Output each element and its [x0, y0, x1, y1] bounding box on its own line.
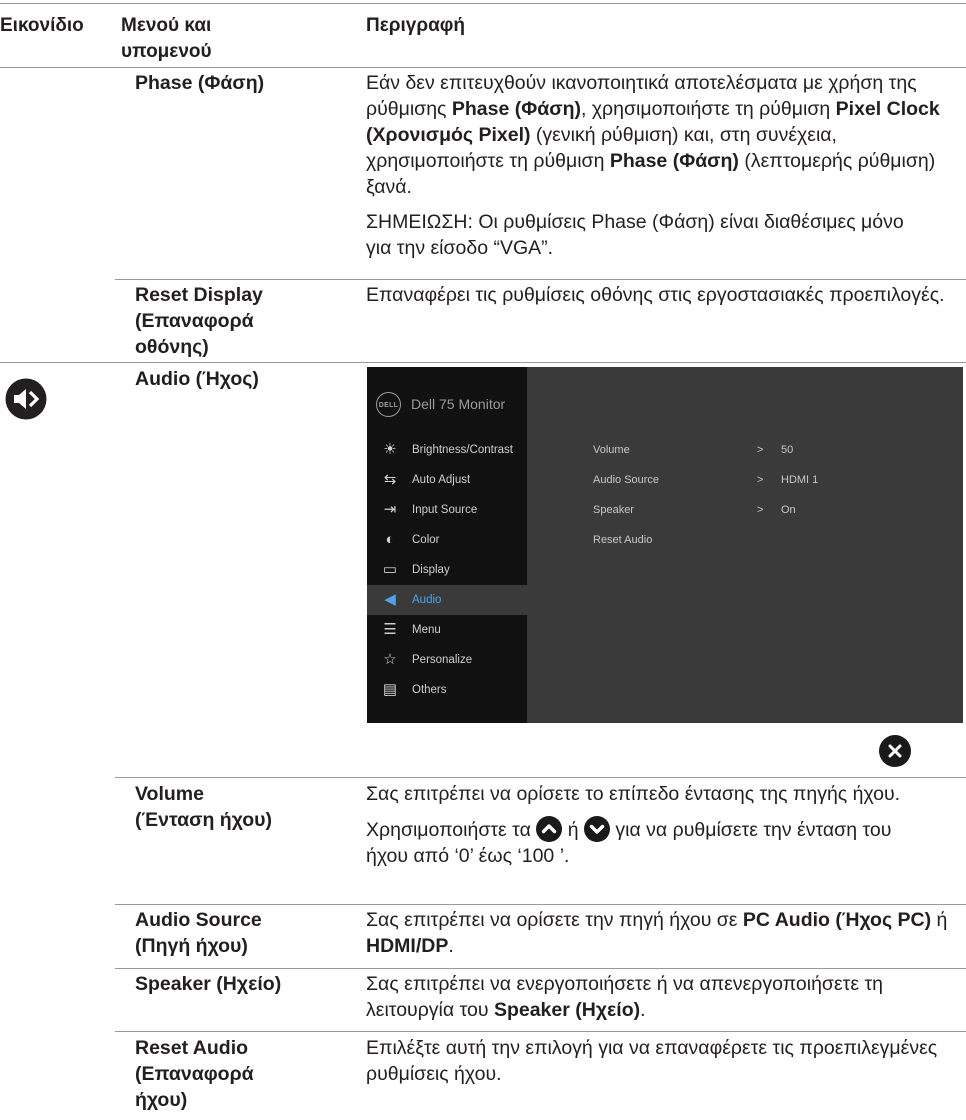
speaker-description: Σας επιτρέπει να ενεργοποιήσετε ή να απε… — [366, 973, 884, 1021]
row-rule — [115, 777, 966, 778]
others-icon: ▤ — [382, 681, 398, 698]
osd-setting-label: Audio Source — [593, 474, 660, 486]
osd-setting-row[interactable]: Volume >50 — [593, 442, 893, 458]
osd-setting-label: Speaker — [593, 504, 634, 516]
header-bottom-rule — [0, 67, 966, 68]
osd-screenshot: DELL Dell 75 Monitor ☀ Brightness/Contras… — [367, 367, 963, 723]
osd-menu-item-menu[interactable]: ☰ Menu — [367, 615, 527, 645]
osd-menu-item-color[interactable]: ◐ Color — [367, 525, 527, 555]
osd-sidebar: DELL Dell 75 Monitor ☀ Brightness/Contras… — [367, 367, 527, 723]
osd-menu-item-others[interactable]: ▤ Others — [367, 675, 527, 705]
close-icon[interactable] — [879, 735, 911, 767]
audio-source-description: Σας επιτρέπει να ορίσετε την πηγή ήχου σ… — [366, 909, 948, 957]
osd-setting-label: Volume — [593, 444, 630, 456]
audio-speaker-icon — [5, 378, 47, 420]
osd-menu-label: Others — [412, 684, 447, 696]
osd-setting-row[interactable]: Audio Source > HDMI 1 — [593, 472, 893, 488]
osd-setting-label: Reset Audio — [593, 534, 653, 546]
chevron-right-icon: > — [757, 504, 764, 516]
header-description: Περιγραφή — [366, 15, 465, 36]
osd-setting-row[interactable]: Reset Audio — [593, 532, 893, 548]
chevron-right-icon: > — [757, 474, 764, 486]
audio-icon: ◀ — [384, 591, 396, 608]
star-icon: ☆ — [383, 651, 397, 668]
osd-setting-value: HDMI 1 — [781, 474, 819, 486]
brightness-icon: ☀ — [383, 441, 397, 458]
osd-menu-item-personalize[interactable]: ☆ Personalize — [367, 645, 527, 675]
osd-menu-item-auto-adjust[interactable]: ⇆ Auto Adjust — [367, 465, 527, 495]
osd-setting-value: 50 — [781, 444, 794, 456]
osd-title: Dell 75 Monitor — [411, 396, 506, 412]
row-rule — [115, 968, 966, 969]
dell-logo: DELL — [376, 392, 401, 417]
osd-menu-label: Personalize — [412, 654, 473, 666]
header-menu: Μενού και υπομενού — [121, 15, 212, 62]
color-icon: ◐ — [385, 531, 395, 548]
phase-menu-name: Phase (Φάση) — [135, 72, 265, 94]
osd-menu-label: Audio — [412, 594, 442, 606]
osd-menu-item-display[interactable]: ▭ Display — [367, 555, 527, 585]
phase-note: ΣΗΜΕΙΩΣΗ: Οι ρυθμίσεις Phase (Φάση) είνα… — [366, 211, 904, 259]
chevron-right-icon: > — [757, 444, 764, 456]
row-rule — [115, 279, 966, 280]
speaker-menu-name: Speaker (Ηχείο) — [135, 973, 282, 995]
row-rule — [115, 1031, 966, 1032]
osd-menu-label: Color — [412, 534, 440, 546]
reset-audio-menu-name: Reset Audio (Επαναφορά ήχου) — [135, 1037, 254, 1111]
audio-menu-name: Audio (Ήχος) — [135, 368, 259, 390]
reset-display-menu-name: Reset Display (Επαναφορά οθόνης) — [135, 284, 263, 358]
display-icon: ▭ — [382, 561, 398, 578]
up-arrow-icon — [536, 816, 563, 842]
osd-menu-item-input-source[interactable]: ⇥ Input Source — [367, 495, 527, 525]
osd-menu-label: Input Source — [412, 504, 478, 516]
reset-audio-description: Επιλέξτε αυτή την επιλογή για να επαναφέ… — [366, 1037, 938, 1085]
auto-adjust-icon: ⇆ — [383, 471, 397, 488]
header-icon: Εικονίδιο — [0, 15, 84, 36]
input-source-icon: ⇥ — [383, 501, 397, 518]
down-arrow-icon — [583, 816, 610, 842]
osd-menu-item-audio[interactable]: ◀ Audio — [367, 585, 527, 615]
row-rule — [115, 904, 966, 905]
section-rule — [0, 362, 966, 363]
volume-description: Σας επιτρέπει να ορίσετε το επίπεδο έντα… — [366, 783, 901, 867]
osd-menu-label: Brightness/Contrast — [412, 444, 513, 456]
osd-setting-row[interactable]: Speaker > On — [593, 502, 893, 518]
phase-description: Εάν δεν επιτευχθούν ικανοποιητικά αποτελ… — [366, 72, 940, 259]
menu-icon: ☰ — [383, 621, 397, 638]
audio-source-menu-name: Audio Source (Πηγή ήχου) — [135, 909, 262, 957]
reset-display-description: Επαναφέρει τις ρυθμίσεις οθόνης στις εργ… — [366, 284, 945, 306]
table-top-rule — [0, 3, 966, 4]
osd-menu-label: Auto Adjust — [412, 474, 471, 486]
osd-setting-value: On — [781, 504, 796, 516]
osd-menu-item-brightness-contrast[interactable]: ☀ Brightness/Contrast — [367, 435, 527, 465]
osd-menu-label: Display — [412, 564, 450, 576]
osd-menu-label: Menu — [412, 624, 441, 636]
volume-menu-name: Volume (Ένταση ήχου) — [135, 783, 272, 831]
